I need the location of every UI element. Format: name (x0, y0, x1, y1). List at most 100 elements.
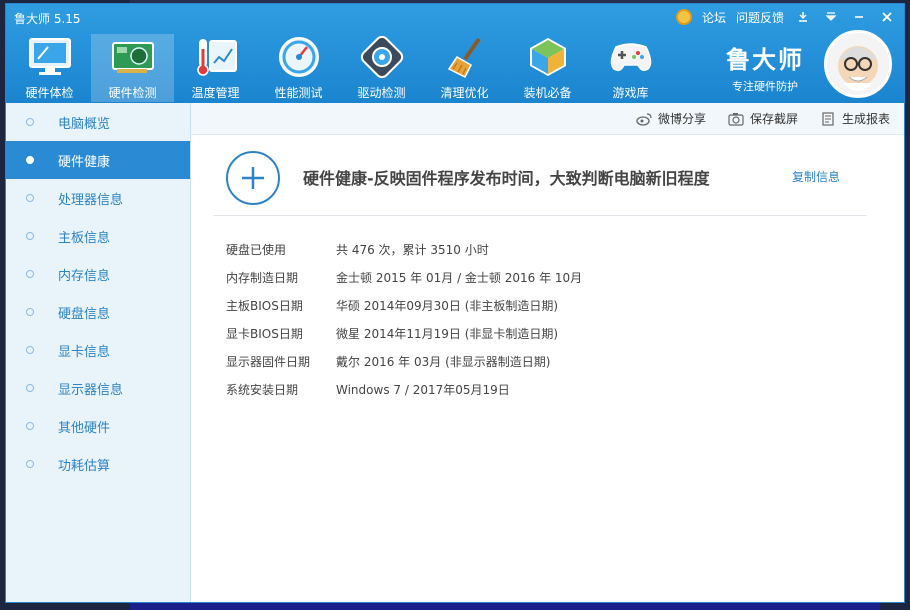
nav-cleanup[interactable]: 清理优化 (423, 34, 506, 102)
avatar[interactable] (824, 30, 892, 98)
skin-download-icon[interactable] (794, 8, 812, 26)
info-row-monitor-firmware: 显示器固件日期 戴尔 2016 年 03月 (非显示器制造日期) (226, 347, 582, 375)
gamepad-icon (608, 34, 654, 80)
hardware-card-icon (110, 34, 156, 80)
save-screenshot-label: 保存截屏 (749, 112, 798, 126)
weibo-icon (636, 112, 652, 126)
bullet-icon (26, 308, 34, 316)
nav-label: 温度管理 (191, 86, 240, 100)
weibo-share-button[interactable]: 微博分享 (636, 110, 706, 127)
nav-label: 性能测试 (274, 86, 323, 100)
sidebar-item-label: 显示器信息 (58, 382, 124, 398)
plus-icon (242, 167, 264, 189)
bullet-icon (26, 460, 34, 468)
broom-icon (442, 34, 488, 80)
nav-label: 清理优化 (440, 86, 489, 100)
sidebar-item-label: 功耗估算 (58, 458, 111, 474)
nav-label: 装机必备 (523, 86, 572, 100)
report-icon (820, 111, 836, 126)
nav-hardware-detection[interactable]: 硬件检测 (91, 34, 174, 102)
feedback-link[interactable]: 问题反馈 (736, 9, 784, 26)
info-label: 主板BIOS日期 (226, 298, 303, 313)
camera-icon (728, 112, 744, 126)
driver-gear-icon (359, 34, 405, 80)
menu-dropdown-icon[interactable] (822, 8, 840, 26)
info-value: 金士顿 2015 年 01月 / 金士顿 2016 年 10月 (336, 270, 583, 285)
nav-performance[interactable]: 性能测试 (257, 34, 340, 102)
sidebar-item-other-hardware[interactable]: 其他硬件 (6, 407, 190, 445)
info-label: 显示器固件日期 (226, 354, 311, 369)
toolbar: 微博分享 保存截屏 生成报表 (191, 103, 904, 135)
nav-essentials[interactable]: 装机必备 (506, 34, 589, 102)
monitor-icon (27, 34, 73, 80)
generate-report-button[interactable]: 生成报表 (820, 110, 890, 127)
app-title: 鲁大师 5.15 (14, 12, 81, 26)
info-row-gpu-bios: 显卡BIOS日期 微星 2014年11月19日 (非显卡制造日期) (226, 319, 582, 347)
sidebar-item-monitor[interactable]: 显示器信息 (6, 369, 190, 407)
info-label: 系统安装日期 (226, 382, 299, 397)
brand-slogan: 专注硬件防护 (732, 80, 798, 93)
expand-button[interactable] (226, 151, 280, 205)
sidebar-item-label: 处理器信息 (58, 192, 124, 208)
sidebar-item-label: 主板信息 (58, 230, 111, 246)
bullet-icon (26, 232, 34, 240)
sidebar-item-cpu[interactable]: 处理器信息 (6, 179, 190, 217)
info-label: 硬盘已使用 (226, 242, 287, 257)
sidebar-item-label: 硬件健康 (58, 154, 111, 170)
sidebar-item-memory[interactable]: 内存信息 (6, 255, 190, 293)
bullet-icon (26, 156, 34, 164)
info-label: 内存制造日期 (226, 270, 299, 285)
title-bar-controls: 论坛 问题反馈 (675, 8, 896, 26)
bullet-icon (26, 270, 34, 278)
main-nav: 硬件体检 硬件检测 温度管理 性能测试 驱动检测 清理优化 装机必备 游戏库 (8, 34, 672, 102)
info-row-board-bios: 主板BIOS日期 华硕 2014年09月30日 (非主板制造日期) (226, 291, 582, 319)
nav-label: 硬件检测 (108, 86, 157, 100)
nav-label: 游戏库 (612, 86, 649, 100)
sidebar-item-overview[interactable]: 电脑概览 (6, 103, 190, 141)
sidebar-item-label: 硬盘信息 (58, 306, 111, 322)
nav-driver[interactable]: 驱动检测 (340, 34, 423, 102)
header: 鲁大师 5.15 论坛 问题反馈 硬件体检 硬件检测 温度管理 性能测试 驱动检… (6, 4, 904, 103)
info-value: 华硕 2014年09月30日 (非主板制造日期) (336, 298, 559, 313)
forum-link[interactable]: 论坛 (702, 9, 726, 26)
info-value: Windows 7 / 2017年05月19日 (336, 382, 510, 397)
sidebar-item-label: 显卡信息 (58, 344, 111, 360)
info-value: 共 476 次，累计 3510 小时 (336, 242, 489, 257)
info-row-os-install: 系统安装日期 Windows 7 / 2017年05月19日 (226, 375, 582, 403)
main-content: 硬件健康-反映固件程序发布时间，大致判断电脑新旧程度 复制信息 硬盘已使用 共 … (191, 135, 904, 602)
divider (213, 215, 867, 216)
nav-temperature[interactable]: 温度管理 (174, 34, 257, 102)
minimize-button[interactable] (850, 8, 868, 26)
sidebar-item-label: 电脑概览 (58, 116, 111, 132)
desktop-background-bottom (130, 602, 880, 610)
sidebar-item-motherboard[interactable]: 主板信息 (6, 217, 190, 255)
page-title: 硬件健康-反映固件程序发布时间，大致判断电脑新旧程度 (303, 169, 710, 188)
info-value: 微星 2014年11月19日 (非显卡制造日期) (336, 326, 559, 341)
save-screenshot-button[interactable]: 保存截屏 (728, 110, 798, 127)
bullet-icon (26, 422, 34, 430)
info-row-memory-date: 内存制造日期 金士顿 2015 年 01月 / 金士顿 2016 年 10月 (226, 263, 582, 291)
nav-label: 驱动检测 (357, 86, 406, 100)
bullet-icon (26, 346, 34, 354)
sidebar-item-power[interactable]: 功耗估算 (6, 445, 190, 483)
medal-icon[interactable] (675, 9, 692, 25)
bullet-icon (26, 384, 34, 392)
info-label: 显卡BIOS日期 (226, 326, 303, 341)
nav-hardware-checkup[interactable]: 硬件体检 (8, 34, 91, 102)
bullet-icon (26, 118, 34, 126)
app-window: 鲁大师 5.15 论坛 问题反馈 硬件体检 硬件检测 温度管理 性能测试 驱动检… (5, 3, 905, 603)
sidebar-item-hardware-health[interactable]: 硬件健康 (6, 141, 190, 179)
sidebar-item-gpu[interactable]: 显卡信息 (6, 331, 190, 369)
sidebar-item-disk[interactable]: 硬盘信息 (6, 293, 190, 331)
thermometer-icon (193, 34, 239, 80)
nav-games[interactable]: 游戏库 (589, 34, 672, 102)
copy-info-link[interactable]: 复制信息 (792, 168, 840, 185)
bullet-icon (26, 194, 34, 202)
speedometer-icon (276, 34, 322, 80)
weibo-share-label: 微博分享 (657, 112, 706, 126)
brand-name: 鲁大师 (726, 46, 804, 74)
close-button[interactable] (878, 8, 896, 26)
info-row-disk-usage: 硬盘已使用 共 476 次，累计 3510 小时 (226, 235, 582, 263)
nav-label: 硬件体检 (25, 86, 74, 100)
sidebar-item-label: 内存信息 (58, 268, 111, 284)
